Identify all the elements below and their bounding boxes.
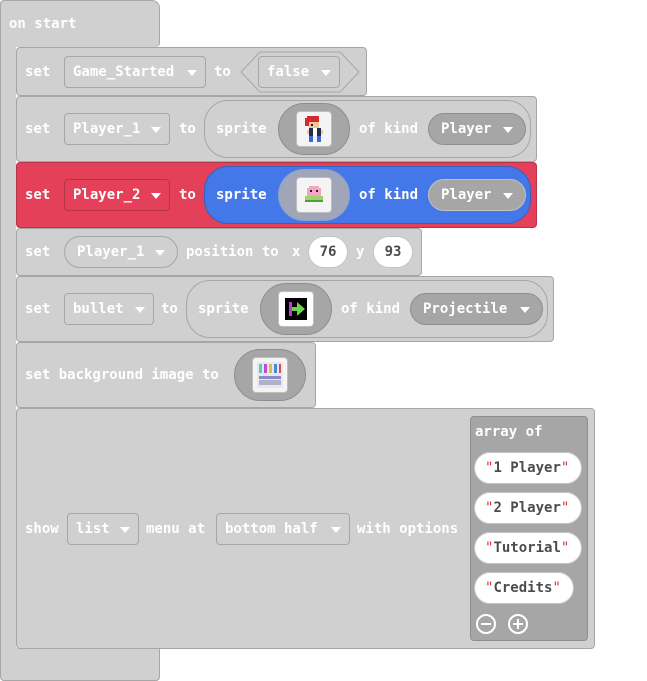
option-text: Credits [493, 580, 553, 596]
of-kind-keyword: of kind [359, 187, 419, 203]
to-keyword: to [179, 121, 196, 137]
variable-dropdown-game-started[interactable]: Game_Started [64, 56, 206, 88]
x-keyword: x [292, 244, 301, 260]
sprite-image-field[interactable] [278, 103, 350, 155]
boolean-dropdown[interactable]: false [258, 56, 340, 88]
background-tile-icon [257, 362, 283, 388]
menu-position-dropdown[interactable]: bottom half [216, 513, 350, 545]
to-keyword: to [214, 64, 231, 80]
menu-at-keyword: menu at [146, 521, 206, 537]
chevron-down-icon [151, 193, 161, 199]
menu-position-value: bottom half [225, 521, 318, 537]
show-keyword: show [25, 521, 59, 537]
to-keyword: to [161, 301, 178, 317]
kind-dropdown-player[interactable]: Player [428, 113, 526, 145]
chevron-down-icon [151, 127, 161, 133]
array-of-label: array of [475, 424, 543, 440]
option-item[interactable]: "1 Player" [474, 452, 582, 484]
of-kind-keyword: of kind [341, 301, 401, 317]
kind-dropdown-projectile[interactable]: Projectile [410, 293, 543, 325]
image-thumbnail [296, 111, 332, 147]
minus-circle-icon[interactable] [476, 614, 496, 634]
set-keyword: set [25, 121, 51, 137]
set-background-label: set background image to [25, 367, 219, 383]
on-start-footer [0, 648, 160, 681]
chevron-down-icon [503, 127, 513, 133]
chevron-down-icon [120, 527, 130, 533]
sprite-keyword: sprite [216, 121, 267, 137]
chevron-down-icon [503, 193, 513, 199]
chevron-down-icon [187, 70, 197, 76]
pixel-character-icon [305, 116, 323, 142]
set-keyword: set [25, 244, 51, 260]
set-keyword: set [25, 301, 51, 317]
arrow-projectile-icon [281, 294, 311, 324]
on-start-label: on start [9, 16, 77, 32]
kind-dropdown-player[interactable]: Player [428, 179, 526, 211]
variable-dropdown-player2[interactable]: Player_2 [64, 179, 170, 211]
set-keyword: set [25, 187, 51, 203]
option-item[interactable]: "Tutorial" [474, 532, 582, 564]
option-text: Tutorial [493, 540, 561, 556]
chevron-down-icon [135, 307, 145, 313]
variable-name: bullet [73, 301, 124, 317]
image-thumbnail [278, 291, 314, 327]
kind-name: Player [441, 121, 492, 137]
variable-dropdown-bullet[interactable]: bullet [64, 293, 154, 325]
kind-name: Projectile [423, 301, 508, 317]
menu-type-dropdown[interactable]: list [67, 513, 139, 545]
image-thumbnail [252, 357, 288, 393]
on-start-body-spine [0, 46, 16, 650]
boolean-value: false [267, 64, 310, 80]
sprite-image-field[interactable] [278, 169, 350, 221]
chevron-down-icon [331, 527, 341, 533]
pink-blob-icon [305, 186, 323, 202]
set-keyword: set [25, 64, 51, 80]
y-value-field[interactable]: 93 [373, 236, 413, 268]
plus-circle-icon[interactable] [508, 614, 528, 634]
y-keyword: y [356, 244, 365, 260]
option-text: 2 Player [493, 500, 561, 516]
kind-name: Player [441, 187, 492, 203]
with-options-keyword: with options [357, 521, 459, 537]
chevron-down-icon [520, 307, 530, 313]
chevron-down-icon [321, 70, 331, 76]
option-item[interactable]: "Credits" [474, 572, 574, 604]
x-value-field[interactable]: 76 [308, 236, 348, 268]
variable-dropdown-player1[interactable]: Player_1 [64, 113, 170, 145]
array-of-block[interactable] [470, 416, 588, 641]
menu-type-value: list [76, 521, 110, 537]
variable-name: Game_Started [73, 64, 175, 80]
chevron-down-icon [155, 250, 165, 256]
sprite-keyword: sprite [216, 187, 267, 203]
variable-name: Player_2 [73, 187, 141, 203]
variable-name: Player_1 [73, 121, 141, 137]
option-text: 1 Player [493, 460, 561, 476]
to-keyword: to [179, 187, 196, 203]
sprite-image-field[interactable] [260, 283, 332, 335]
image-thumbnail [296, 177, 332, 213]
option-item[interactable]: "2 Player" [474, 492, 582, 524]
variable-name: Player_1 [77, 244, 145, 260]
position-to-keyword: position to [186, 244, 279, 260]
background-image-field[interactable] [234, 349, 306, 401]
of-kind-keyword: of kind [359, 121, 419, 137]
variable-dropdown-position[interactable]: Player_1 [64, 236, 178, 268]
sprite-keyword: sprite [198, 301, 249, 317]
